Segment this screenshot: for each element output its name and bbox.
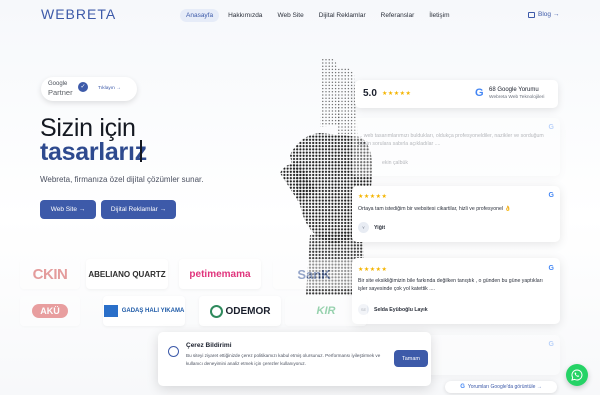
site-logo[interactable]: WEBRETA — [41, 6, 116, 22]
whatsapp-glyph-icon — [571, 369, 583, 381]
google-g-icon: G — [460, 384, 465, 390]
brand-logo: GADAŞ HALI YIKAMA — [103, 296, 185, 326]
nav-referanslar[interactable]: Referanslar — [375, 9, 421, 22]
business-name: Webreta Web Teknolojileri — [489, 95, 545, 100]
cookie-banner: Çerez Bildirimi Bu siteyi ziyaret ettiği… — [158, 332, 431, 386]
review-count: 68 Google Yorumu — [489, 87, 539, 93]
brand-mark-icon — [209, 304, 223, 318]
main-nav: Anasayfa Hakkımızda Web Site Dijital Rek… — [180, 9, 459, 22]
review-text: Bir site eksikliğimizin bile farkında de… — [358, 278, 543, 292]
web-site-button[interactable]: Web Site → — [40, 200, 96, 219]
hero-title-line2: tasarlarız — [40, 138, 147, 166]
blog-label: Blog → — [538, 11, 560, 18]
review-stars: ★★★★★ — [358, 267, 388, 273]
nav-web-site[interactable]: Web Site — [271, 9, 309, 22]
brand-logo: CKIN — [20, 259, 80, 289]
google-g-icon: G — [548, 192, 554, 199]
whatsapp-icon[interactable] — [566, 364, 588, 386]
brand-logo: KIR — [285, 296, 367, 326]
cookie-title: Çerez Bildirimi — [186, 342, 232, 349]
review-stars: ★★★★★ — [358, 194, 388, 200]
cookie-accept-button[interactable]: Tamam — [394, 350, 428, 367]
avatar: Y — [358, 222, 369, 233]
cookie-icon — [168, 346, 179, 357]
reviewer-name: Yiğit — [374, 225, 386, 231]
review-text: ... web tasarımlarımızı buldukları, oldu… — [358, 133, 544, 147]
verified-check-icon: ✓ — [78, 82, 88, 92]
cookie-body: Bu siteyi ziyaret ettiğinizde çerez poli… — [186, 353, 381, 366]
brand-logo-text: GADAŞ HALI YIKAMA — [121, 308, 185, 314]
nav-dijital-reklamlar[interactable]: Dijital Reklamlar — [313, 9, 372, 22]
brand-logo: AKÜ — [20, 296, 80, 326]
hero-subtitle: Webreta, firmanıza özel dijital çözümler… — [40, 175, 204, 184]
review-card: G ... web tasarımlarımızı buldukları, ol… — [352, 118, 560, 176]
nav-hakkimizda[interactable]: Hakkımızda — [222, 9, 268, 22]
blog-link[interactable]: Blog → — [528, 11, 559, 18]
brand-logo: petimemama — [179, 259, 261, 289]
partner-link[interactable]: Tıklayın → — [98, 86, 121, 91]
rating-score: 5.0 — [363, 88, 377, 99]
brand-logo-text: AKÜ — [32, 304, 68, 318]
reviewer-name: Selda Eyüboğlu Layık — [374, 307, 428, 313]
google-reviews-link[interactable]: G Yorumları Google'da görüntüle → — [445, 381, 557, 393]
typing-caret — [140, 140, 142, 162]
book-icon — [528, 11, 535, 18]
partner-google-word: Google — [48, 81, 68, 87]
nav-anasayfa[interactable]: Anasayfa — [180, 9, 220, 22]
brand-mark-icon — [103, 305, 118, 317]
review-card: ★★★★★ G Bir site eksikliğimizin bile far… — [352, 258, 560, 324]
partner-word: Partner — [48, 88, 73, 97]
google-g-icon: G — [548, 341, 554, 348]
brand-logo: ABELIANO QUARTZ — [86, 259, 168, 289]
google-partner-badge: Google Partner — [41, 77, 137, 101]
review-card: ★★★★★ G Ortaya tam istediğim bir website… — [352, 186, 560, 242]
reviewer-name: ekin çalbük — [382, 160, 408, 166]
google-g-icon: G — [548, 124, 554, 131]
google-g-icon: G — [548, 265, 554, 272]
digital-ads-button[interactable]: Dijital Reklamlar → — [101, 200, 176, 219]
rating-stars: ★★★★★ — [382, 91, 412, 97]
brand-logo: ODEMOR — [199, 296, 281, 326]
google-reviews-link-label: Yorumları Google'da görüntüle → — [467, 384, 542, 390]
google-g-icon: G — [475, 87, 484, 99]
nav-iletisim[interactable]: İletişim — [423, 9, 455, 22]
site-header: WEBRETA Anasayfa Hakkımızda Web Site Dij… — [0, 0, 600, 30]
review-text: Ortaya tam istediğim bir websitesi cikar… — [358, 206, 511, 212]
brand-logo-text: ODEMOR — [225, 305, 271, 317]
google-rating-card: 5.0 ★★★★★ G 68 Google Yorumu Webreta Web… — [355, 80, 558, 108]
brand-logo: SanK — [273, 259, 355, 289]
